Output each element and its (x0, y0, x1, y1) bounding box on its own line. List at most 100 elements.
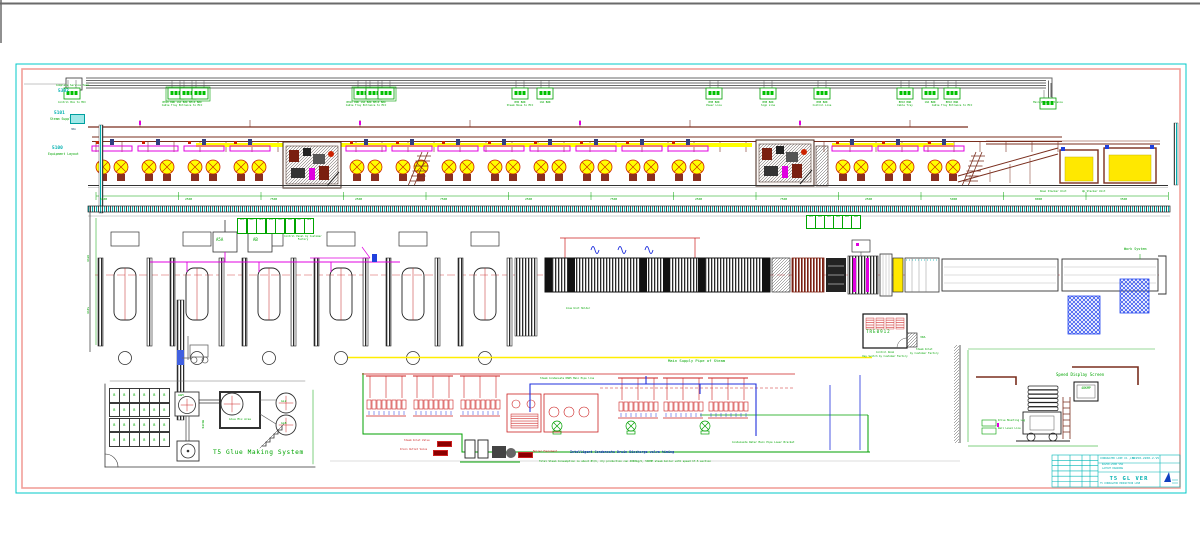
dimension-label: 7500 (270, 197, 277, 201)
hanger-label: Main Power Entrance (993, 101, 1103, 104)
team-label: Complete Service Team (56, 85, 89, 88)
glue-grid-cell: B (129, 403, 140, 418)
glue-grid-cell: B (139, 432, 150, 447)
glue-grid-cell: B (119, 432, 130, 447)
note-blue: Intelligent Condensate Drain Discharge v… (570, 451, 674, 455)
dimension-label: 5000 (950, 197, 957, 201)
team-code: 5302 (58, 89, 69, 94)
callout-chip-1 (437, 441, 452, 447)
callout-chip-3 (518, 452, 533, 458)
glue-tank-label: AGM (178, 394, 183, 397)
glue-system-title: T5 Glue Making System (213, 449, 304, 456)
glue-grid-cell: B (109, 403, 120, 418)
legend-box: BH4 (266, 218, 276, 234)
dimension-label: 5600 (100, 197, 107, 201)
double-facer-note: Glue Unit Holder (566, 308, 590, 311)
work-system-label: Work System (1124, 248, 1146, 252)
dimension-label: 8000 (1035, 197, 1042, 201)
steam-callout-3: Boiler Equipment (533, 451, 557, 454)
glue-grid-cell: B (109, 418, 120, 433)
glue-box-1-label: A5A (216, 238, 223, 243)
glue-grid-cell: B (119, 403, 130, 418)
legend-box: BH3 (256, 218, 266, 234)
legend-box: BH1 (237, 218, 247, 234)
glue-grid-cell: B (129, 432, 140, 447)
equipment-layout-code: 5100 (52, 146, 63, 151)
dimension-label: 7500 (610, 197, 617, 201)
dimension-label: 7500 (440, 197, 447, 201)
stacker-label-1: Down Stacker Unit (1040, 191, 1067, 194)
glue-grid-cell: B (129, 388, 140, 403)
steam-tag: 30A (71, 128, 76, 131)
glue-tank2-label: GL2 (281, 400, 286, 403)
equipment-layout-label: Equipment Layout (48, 153, 79, 157)
tre-code: TRE0912 (866, 330, 891, 335)
glue-grid-cell: B (139, 388, 150, 403)
dimension-label: 2500 (695, 197, 702, 201)
legend-box: BH5 (275, 218, 285, 234)
dimension-label: 3500 (1120, 197, 1127, 201)
speed-display-title: Speed Display Screen (1056, 373, 1104, 378)
legend-box: GB6 (851, 215, 861, 229)
dimension-label: 2500 (865, 197, 872, 201)
legend-box: BH2 (247, 218, 257, 234)
glue-tank3-label: GLB (281, 422, 286, 425)
hanger-label: Control Box to MCC (17, 101, 127, 104)
glue-grid-cell: B (159, 403, 170, 418)
stacker-label-2: Up Stacker Unit (1082, 191, 1105, 194)
title-block-name-2: LAYOUT DRAWING (1102, 468, 1123, 471)
cad-drawing-canvas: Complete Service Team 5302 5101 Steam Su… (0, 0, 1200, 557)
glue-area-label: Glue Mix Area (221, 418, 259, 421)
dimension-label: 2500 (355, 197, 362, 201)
dimension-label: 2500 (525, 197, 532, 201)
forklift (182, 336, 208, 363)
speed-screen-text: 48KMP (1075, 387, 1097, 391)
page-edge-lines (0, 0, 1200, 43)
steam-tag-box: 30A (70, 114, 85, 124)
glue-grid-cell: B (159, 418, 170, 433)
glue-grid-cell: B (109, 432, 120, 447)
speed-tag-1: Drive Mounting Leg (998, 420, 1025, 423)
legend-box: BH7 (295, 218, 305, 234)
glue-grid-cell: B (159, 432, 170, 447)
steam-point-note-2: by Customer Factory (910, 353, 939, 356)
plan-view (88, 206, 1170, 420)
elevation-view (88, 120, 1178, 213)
glue-box-2-label: AB (253, 238, 258, 243)
hanger-label: BH10 BWR 10A BWR BH10 BWRCable Tray Entr… (127, 101, 237, 108)
legend-box: BH6 (285, 218, 295, 234)
steam-pipe-label: Steam Condensate DN65 Main Pipe line (540, 378, 594, 381)
note-green: Total Steam Consumption is about 8t/h, d… (510, 461, 740, 464)
glue-grid-cell: B (159, 388, 170, 403)
glue-grid-cell: B (119, 388, 130, 403)
glue-grid-cell: B (119, 418, 130, 433)
legend-box: BH8 (304, 218, 314, 234)
steam-point-tag: 30A (920, 336, 925, 339)
tre-note-2: Key Switch by Customer Factory (852, 356, 918, 359)
speed-display-detail (954, 345, 1155, 446)
glue-grid-cell: B (149, 403, 160, 418)
title-block-company: CORRUGATED LINE CO.,LTD (1100, 458, 1135, 461)
mixer-vertical-label: MIXER (201, 420, 204, 428)
dimension-label: 7500 (780, 197, 787, 201)
glue-grid-cell: B (139, 403, 150, 418)
title-block-project: WJ250-2200-2-V5 (1132, 457, 1159, 460)
title-block-note: T5 CORRUGATOR PRODUCTION LINE (1100, 483, 1140, 486)
plan-vertical-dim: 5150 (86, 307, 89, 314)
steam-callout-1: Steam Inlet Valve (404, 440, 430, 443)
hanger-label: 10A BWR (490, 101, 600, 104)
condensate-pump-unit (460, 440, 520, 462)
glue-grid-cell: B (129, 418, 140, 433)
note-right: Condensate Water Main Pipe Lower Bracket (732, 442, 794, 445)
steam-callout-2: Drain Outlet Valve (400, 449, 427, 452)
hanger-label: BH10 BWR 10A BWR BH10 BWRCable Tray Entr… (311, 101, 421, 108)
glue-grid-cell: B (139, 418, 150, 433)
callout-chip-2 (433, 450, 448, 456)
dimension-label: 2500 (185, 197, 192, 201)
glue-grid-cell: B (109, 388, 120, 403)
panel-note: Control Panel by Customer Factory (282, 236, 324, 242)
glue-grid-cell: B (149, 418, 160, 433)
steam-diagram (330, 358, 960, 463)
cad-linework (0, 0, 1200, 557)
steam-supply-code: 5101 (54, 111, 65, 116)
